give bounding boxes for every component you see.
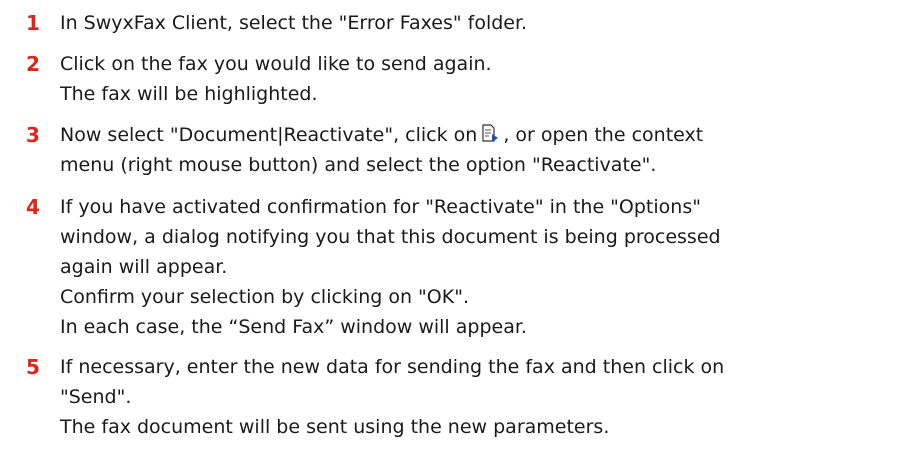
step-text: In each case, the “Send Fax” window will…	[60, 316, 527, 338]
step-text: If you have activated confirmation for "…	[60, 196, 701, 218]
instruction-document: 1 In SwyxFax Client, select the "Error F…	[0, 0, 919, 473]
reactivate-document-icon	[482, 124, 499, 142]
step-text: Confirm your selection by clicking on "O…	[60, 286, 469, 308]
step-number: 1	[26, 11, 40, 35]
step-text: "Send".	[60, 386, 132, 408]
step-text: Now select "Document|Reactivate", click …	[60, 120, 703, 150]
step-text: menu (right mouse button) and select the…	[60, 154, 657, 176]
step-number: 2	[26, 52, 40, 76]
step-number: 3	[26, 123, 40, 147]
step-text: The fax will be highlighted.	[60, 83, 318, 105]
step-text: window, a dialog notifying you that this…	[60, 226, 721, 248]
step-number: 4	[26, 195, 40, 219]
step-text-after-icon: , or open the context	[503, 124, 704, 146]
step-text-before-icon: Now select "Document|Reactivate", click …	[60, 124, 478, 146]
step-text: again will appear.	[60, 256, 228, 278]
step-text: The fax document will be sent using the …	[60, 416, 610, 438]
step-text: If necessary, enter the new data for sen…	[60, 356, 725, 378]
step-text: In SwyxFax Client, select the "Error Fax…	[60, 12, 528, 34]
step-text: Click on the fax you would like to send …	[60, 53, 492, 75]
step-number: 5	[26, 355, 40, 379]
